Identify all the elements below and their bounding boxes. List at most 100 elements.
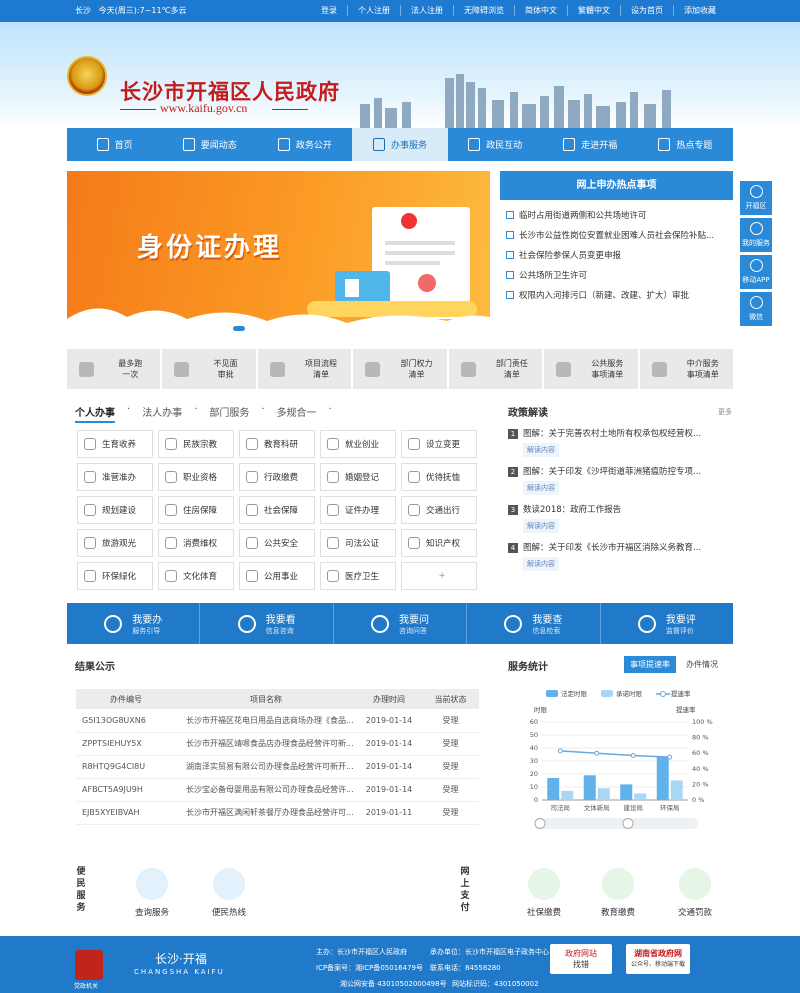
service-category[interactable]: 司法公证: [320, 529, 396, 557]
hot-item[interactable]: 临时占用街道两侧和公共场地许可: [506, 206, 733, 226]
table-row[interactable]: G5I13OG8UXN6 长沙市开福区花电日用品自选商场办理《食品... 2019-…: [76, 709, 479, 733]
service-category[interactable]: 生育收养: [77, 430, 153, 458]
favorite-link[interactable]: 添加收藏: [673, 5, 726, 16]
tab-case-status[interactable]: 办件情况: [680, 656, 724, 673]
action-search[interactable]: 我要查 信息检索: [467, 603, 601, 644]
side-wechat[interactable]: 微信: [740, 292, 772, 326]
quick-link[interactable]: 部门责任 清单: [448, 349, 543, 389]
personal-register-link[interactable]: 个人注册: [347, 5, 400, 16]
action-view[interactable]: 我要看 信息咨询: [200, 603, 334, 644]
service-category[interactable]: 婚姻登记: [320, 463, 396, 491]
service-category[interactable]: 公共安全: [239, 529, 315, 557]
table-row[interactable]: R8HTQ9G4CI8U 湖南泽实贸易有限公司办理食品经营许可新开... 2019-…: [76, 755, 479, 779]
side-my-service[interactable]: 我的服务: [740, 218, 772, 252]
side-app[interactable]: 移动APP: [740, 255, 772, 289]
interpret-tag[interactable]: 解读内容: [523, 443, 559, 457]
service-category[interactable]: 就业创业: [320, 430, 396, 458]
service-category[interactable]: 社会保障: [239, 496, 315, 524]
table-row[interactable]: AFBCT5A9JU9H 长沙宝必备母婴用品有限公司办理食品经营许... 2019-…: [76, 778, 479, 802]
quick-link[interactable]: 部门权力 清单: [353, 349, 447, 389]
side-kaifu[interactable]: 开福区: [740, 181, 772, 215]
service-category[interactable]: 优待抚恤: [401, 463, 477, 491]
policy-item[interactable]: 4 图解：关于印发《长沙市开福区消除义务教育... 解读内容: [508, 541, 732, 571]
hunan-gov-badge[interactable]: 湖南省政府网 公众号、移动端下载: [626, 944, 690, 974]
action-evaluate[interactable]: 我要评 监督评价: [601, 603, 733, 644]
quick-link[interactable]: 中介服务 事项清单: [639, 349, 733, 389]
carousel-dot[interactable]: [302, 326, 314, 331]
tab-multi-plan[interactable]: 多规合一: [277, 404, 317, 423]
tab-personal[interactable]: 个人办事: [75, 404, 115, 423]
nav-public[interactable]: 政务公开: [257, 128, 352, 161]
carousel-dot[interactable]: [325, 326, 337, 331]
action-handle[interactable]: 我要办 服务引导: [67, 603, 201, 644]
tab-speed-rate[interactable]: 事项提速率: [624, 656, 676, 673]
carousel-dot[interactable]: [256, 326, 268, 331]
service-category[interactable]: 文化体育: [158, 562, 234, 590]
service-category[interactable]: 住房保障: [158, 496, 234, 524]
traffic-fine[interactable]: 交通罚款: [665, 868, 725, 918]
interpret-tag[interactable]: 解读内容: [523, 481, 559, 495]
quick-link[interactable]: 公共服务 事项清单: [544, 349, 638, 389]
service-category[interactable]: 旅游观光: [77, 529, 153, 557]
service-category[interactable]: +: [401, 562, 477, 590]
service-category[interactable]: 知识产权: [401, 529, 477, 557]
nav-home[interactable]: 首页: [67, 128, 162, 161]
login-link[interactable]: 登录: [311, 5, 347, 16]
bar-promised: [597, 788, 610, 800]
policy-item[interactable]: 2 图解：关于印发《沙坪街道菲洲猪瘟防控专项... 解读内容: [508, 465, 732, 495]
tab-corporate[interactable]: 法人办事: [142, 404, 182, 423]
carousel-dot[interactable]: [210, 326, 222, 331]
more-link[interactable]: 更多: [718, 407, 732, 417]
nav-news[interactable]: 要闻动态: [162, 128, 257, 161]
service-category[interactable]: 教育科研: [239, 430, 315, 458]
gov-site-error-badge[interactable]: 政府网站 找错: [550, 944, 612, 974]
service-category[interactable]: 行政缴费: [239, 463, 315, 491]
service-category[interactable]: 设立变更: [401, 430, 477, 458]
hot-item[interactable]: 公共场所卫生许可: [506, 266, 733, 286]
set-home-link[interactable]: 设为首页: [620, 5, 673, 16]
corp-register-link[interactable]: 法人注册: [400, 5, 453, 16]
banner-carousel[interactable]: 身份证办理: [67, 171, 490, 339]
service-category[interactable]: 环保绿化: [77, 562, 153, 590]
service-category[interactable]: 交通出行: [401, 496, 477, 524]
service-category[interactable]: 消费维权: [158, 529, 234, 557]
social-pay[interactable]: 社保缴费: [514, 868, 574, 918]
service-category[interactable]: 规划建设: [77, 496, 153, 524]
interpret-tag[interactable]: 解读内容: [523, 519, 559, 533]
duty-list-icon: [460, 361, 476, 377]
service-category[interactable]: 职业资格: [158, 463, 234, 491]
tab-department[interactable]: 部门服务: [209, 404, 249, 423]
quick-link[interactable]: 最多跑 一次: [67, 349, 161, 389]
hotline-service[interactable]: 便民热线: [199, 868, 259, 918]
nav-topics[interactable]: 热点专题: [638, 128, 733, 161]
service-category[interactable]: 公用事业: [239, 562, 315, 590]
carousel-dot-active[interactable]: [233, 326, 245, 331]
service-category[interactable]: 民族宗教: [158, 430, 234, 458]
carousel-dot[interactable]: [348, 326, 360, 331]
policy-item[interactable]: 3 数读2018：政府工作报告 解读内容: [508, 503, 732, 533]
nav-about[interactable]: 走进开福: [543, 128, 638, 161]
accessibility-link[interactable]: 无障碍浏览: [453, 5, 514, 16]
policy-item[interactable]: 1 图解：关于完善农村土地所有权承包权经营权... 解读内容: [508, 427, 732, 457]
hot-item[interactable]: 权限内入河排污口（新建、改建、扩大）审批: [506, 286, 733, 306]
hot-item[interactable]: 社会保险参保人员变更申报: [506, 246, 733, 266]
service-category[interactable]: 准营准办: [77, 463, 153, 491]
traditional-link[interactable]: 繁體中文: [567, 5, 620, 16]
carousel-dot[interactable]: [279, 326, 291, 331]
nav-service[interactable]: 办事服务: [352, 128, 448, 161]
service-category[interactable]: 医疗卫生: [320, 562, 396, 590]
query-service[interactable]: 查询服务: [122, 868, 182, 918]
interpret-tag[interactable]: 解读内容: [523, 557, 559, 571]
quick-link[interactable]: 项目流程 清单: [257, 349, 352, 389]
table-row[interactable]: ZPPTSIEHUY5X 长沙市开福区靖嗯食品店办理食品经营许可新... 2019-…: [76, 732, 479, 756]
simplified-link[interactable]: 简体中文: [514, 5, 567, 16]
emblem-icon: [67, 56, 107, 96]
action-ask[interactable]: 我要问 咨询问答: [334, 603, 468, 644]
hot-item[interactable]: 长沙市公益性岗位安置就业困难人员社会保险补贴...: [506, 226, 733, 246]
y-tick-label: 10: [530, 783, 538, 791]
table-row[interactable]: EJB5XYEIBVAH 长沙市开福区满闲轩茶餐厅办理食品经营许可... 2019-…: [76, 801, 479, 825]
edu-pay[interactable]: 教育缴费: [588, 868, 648, 918]
quick-link[interactable]: 不见面 审批: [162, 349, 256, 389]
service-category[interactable]: 证件办理: [320, 496, 396, 524]
nav-interact[interactable]: 政民互动: [448, 128, 543, 161]
